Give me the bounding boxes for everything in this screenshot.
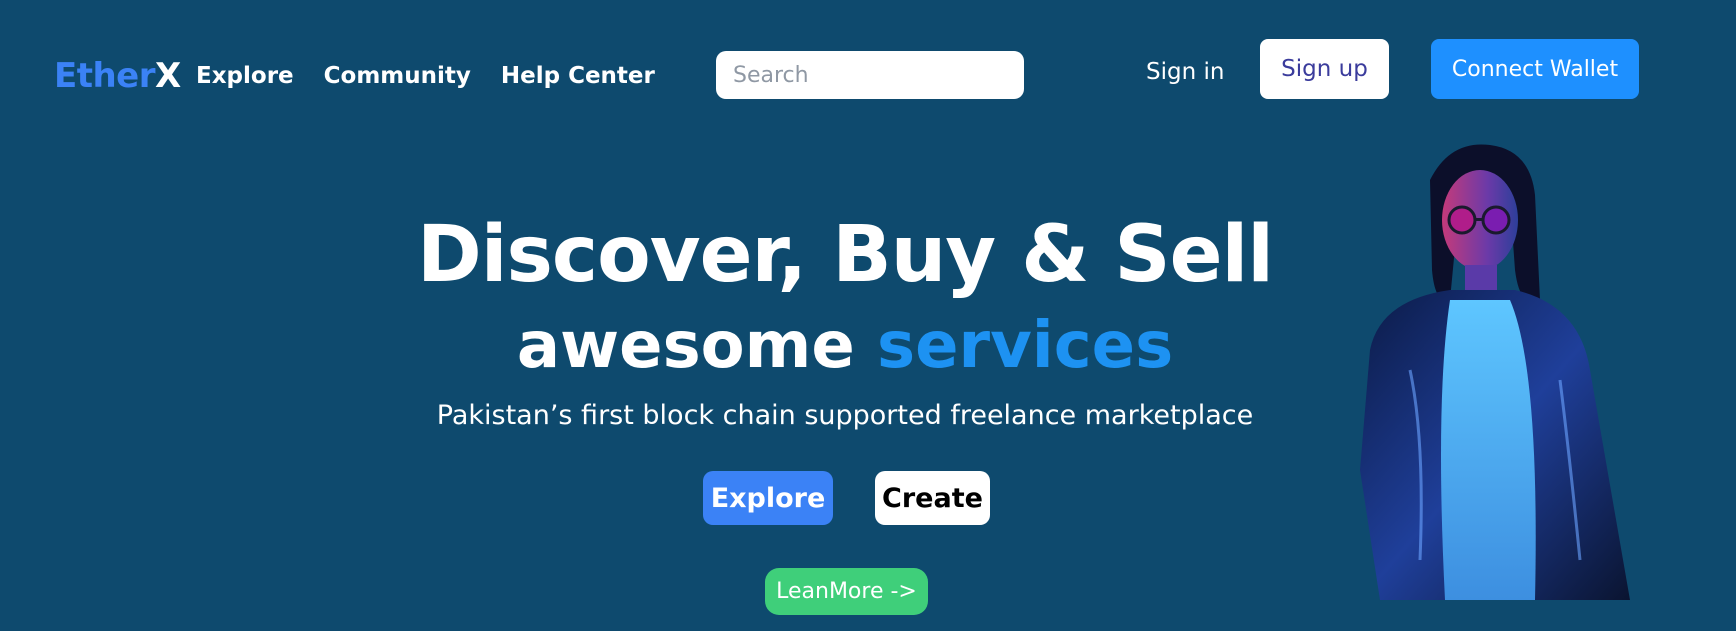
create-button[interactable]: Create bbox=[875, 471, 990, 525]
learn-more-button[interactable]: LeanMore -> bbox=[765, 568, 928, 615]
main-nav: Explore Community Help Center bbox=[196, 60, 655, 92]
logo-text-ether: Ether bbox=[54, 56, 156, 96]
search-input[interactable] bbox=[716, 51, 1024, 99]
nav-link-help-center[interactable]: Help Center bbox=[501, 60, 655, 92]
nav-link-community[interactable]: Community bbox=[324, 60, 471, 92]
logo-text-x: X bbox=[155, 56, 181, 96]
nav-link-explore[interactable]: Explore bbox=[196, 60, 294, 92]
hero-headline: Discover, Buy & Sell bbox=[417, 210, 1274, 300]
subheadline-word-services: services bbox=[877, 309, 1174, 383]
hero-subheadline: awesome services bbox=[330, 304, 1360, 388]
navbar: EtherX Explore Community Help Center Sig… bbox=[0, 0, 1736, 140]
sign-in-link[interactable]: Sign in bbox=[1146, 54, 1224, 90]
hero-woman-image bbox=[1360, 144, 1630, 600]
subheadline-word-awesome: awesome bbox=[516, 309, 855, 383]
hero-section: Discover, Buy & Sell awesome services Pa… bbox=[330, 200, 1360, 436]
hero-cta-buttons: Explore Create bbox=[703, 471, 990, 525]
explore-button[interactable]: Explore bbox=[703, 471, 833, 525]
sign-up-button[interactable]: Sign up bbox=[1260, 39, 1389, 99]
logo[interactable]: EtherX bbox=[54, 54, 181, 98]
hero-tagline: Pakistan’s first block chain supported f… bbox=[436, 400, 1254, 431]
connect-wallet-button[interactable]: Connect Wallet bbox=[1431, 39, 1639, 99]
